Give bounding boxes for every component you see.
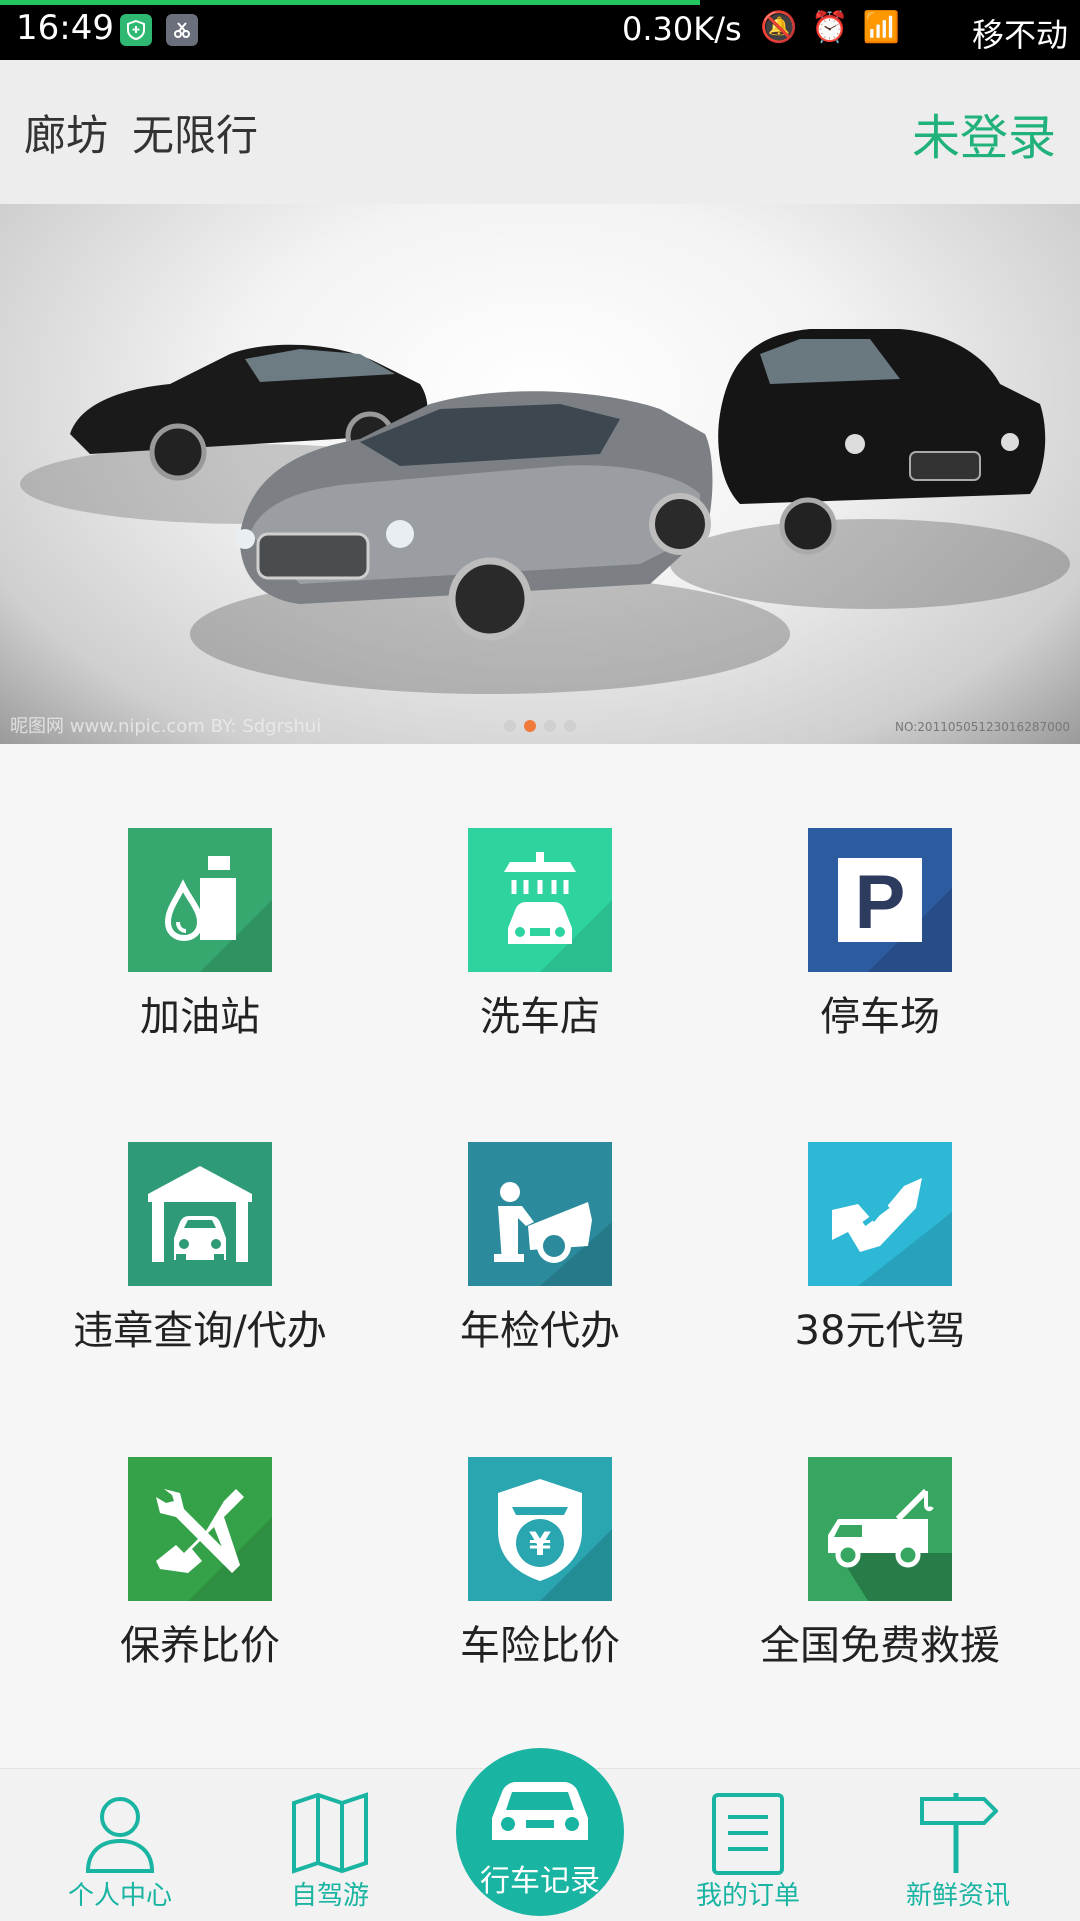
- shield-icon: [120, 14, 152, 46]
- service-row: 违章查询/代办 年检代办 38元代驾: [0, 1090, 1080, 1370]
- banner-watermark: 昵图网 www.nipic.com BY: Sdgrshui: [10, 716, 322, 737]
- scissors-icon: [166, 14, 198, 46]
- svg-text:P: P: [855, 860, 906, 945]
- service-label: 全国免费救援: [760, 1623, 1000, 1669]
- carousel-dot[interactable]: [504, 720, 516, 732]
- status-time: 16:49: [16, 8, 114, 48]
- nav-my-orders[interactable]: 我的订单: [658, 1769, 838, 1921]
- nav-label: 我的订单: [695, 1881, 800, 1911]
- service-car-wash[interactable]: 洗车店: [360, 760, 720, 1040]
- nav-self-drive-tour[interactable]: 自驾游: [240, 1769, 420, 1921]
- service-label: 洗车店: [480, 994, 600, 1040]
- alarm-icon: ⏰: [811, 10, 863, 45]
- page-load-progress: [0, 0, 700, 5]
- nav-label: 自驾游: [290, 1881, 369, 1911]
- service-annual-inspection[interactable]: 年检代办: [360, 1090, 720, 1354]
- nav-fresh-news[interactable]: 新鲜资讯: [868, 1769, 1048, 1921]
- service-row: 保养比价 ¥ 车险比价 全国免费救援: [0, 1405, 1080, 1685]
- nav-personal-center[interactable]: 个人中心: [30, 1769, 210, 1921]
- tow-truck-icon: [808, 1457, 952, 1601]
- map-icon: [292, 1792, 368, 1874]
- service-label: 违章查询/代办: [73, 1308, 327, 1354]
- service-gas-station[interactable]: 加油站: [20, 760, 380, 1040]
- service-label: 车险比价: [460, 1623, 620, 1669]
- order-list-icon: [712, 1793, 784, 1875]
- person-icon: [85, 1797, 155, 1873]
- network-speed: 0.30K/s: [622, 10, 742, 48]
- service-label: 年检代办: [460, 1308, 620, 1354]
- status-icons: 🔕⏰📶: [760, 10, 914, 45]
- service-label: 停车场: [820, 994, 940, 1040]
- wifi-icon: 📶: [862, 10, 915, 45]
- promo-banner[interactable]: 昵图网 www.nipic.com BY: Sdgrshui NO:201105…: [0, 204, 1080, 744]
- login-link[interactable]: 未登录: [912, 98, 1056, 168]
- carousel-dot[interactable]: [544, 720, 556, 732]
- carousel-dot[interactable]: [564, 720, 576, 732]
- parking-icon: P: [808, 828, 952, 972]
- mechanic-icon: [468, 1142, 612, 1286]
- app-header: 廊坊 无限行 未登录: [0, 60, 1080, 204]
- carousel-indicator: [504, 720, 576, 732]
- service-insurance-compare[interactable]: ¥ 车险比价: [360, 1405, 720, 1669]
- driver-icon: [808, 1142, 952, 1286]
- mute-icon: 🔕: [760, 10, 812, 45]
- nav-label: 新鲜资讯: [905, 1881, 1010, 1911]
- restriction-status: 无限行: [132, 111, 259, 160]
- service-parking[interactable]: P 停车场: [700, 760, 1060, 1040]
- car-icon: [492, 1782, 588, 1840]
- status-bar: 16:49 0.30K/s 🔕⏰📶 移不动: [0, 0, 1080, 60]
- city-selector[interactable]: 廊坊: [24, 102, 108, 163]
- carousel-dot-active[interactable]: [524, 720, 536, 732]
- service-roadside-rescue[interactable]: 全国免费救援: [700, 1405, 1060, 1669]
- garage-icon: [128, 1142, 272, 1286]
- nav-label: 个人中心: [67, 1881, 172, 1911]
- service-violation-query[interactable]: 违章查询/代办: [20, 1090, 380, 1354]
- service-row: 加油站 洗车店 P 停车场: [0, 760, 1080, 1040]
- carrier-name: 移不动: [972, 16, 1069, 54]
- service-maintenance-compare[interactable]: 保养比价: [20, 1405, 380, 1669]
- banner-image-number: NO:20110505123016287000: [895, 720, 1070, 734]
- insurance-shield-icon: ¥: [468, 1457, 612, 1601]
- service-label: 加油站: [140, 994, 260, 1040]
- service-label: 38元代驾: [794, 1308, 966, 1354]
- signpost-icon: [920, 1793, 998, 1873]
- nav-driving-record[interactable]: 行车记录: [456, 1748, 624, 1916]
- car-wash-icon: [468, 828, 612, 972]
- nav-label: 行车记录: [480, 1864, 600, 1899]
- service-label: 保养比价: [120, 1623, 280, 1669]
- tools-icon: [128, 1457, 272, 1601]
- gas-station-icon: [128, 828, 272, 972]
- svg-text:¥: ¥: [529, 1525, 551, 1563]
- service-designated-driver[interactable]: 38元代驾: [700, 1090, 1060, 1354]
- banner-cars-image: [20, 329, 1070, 694]
